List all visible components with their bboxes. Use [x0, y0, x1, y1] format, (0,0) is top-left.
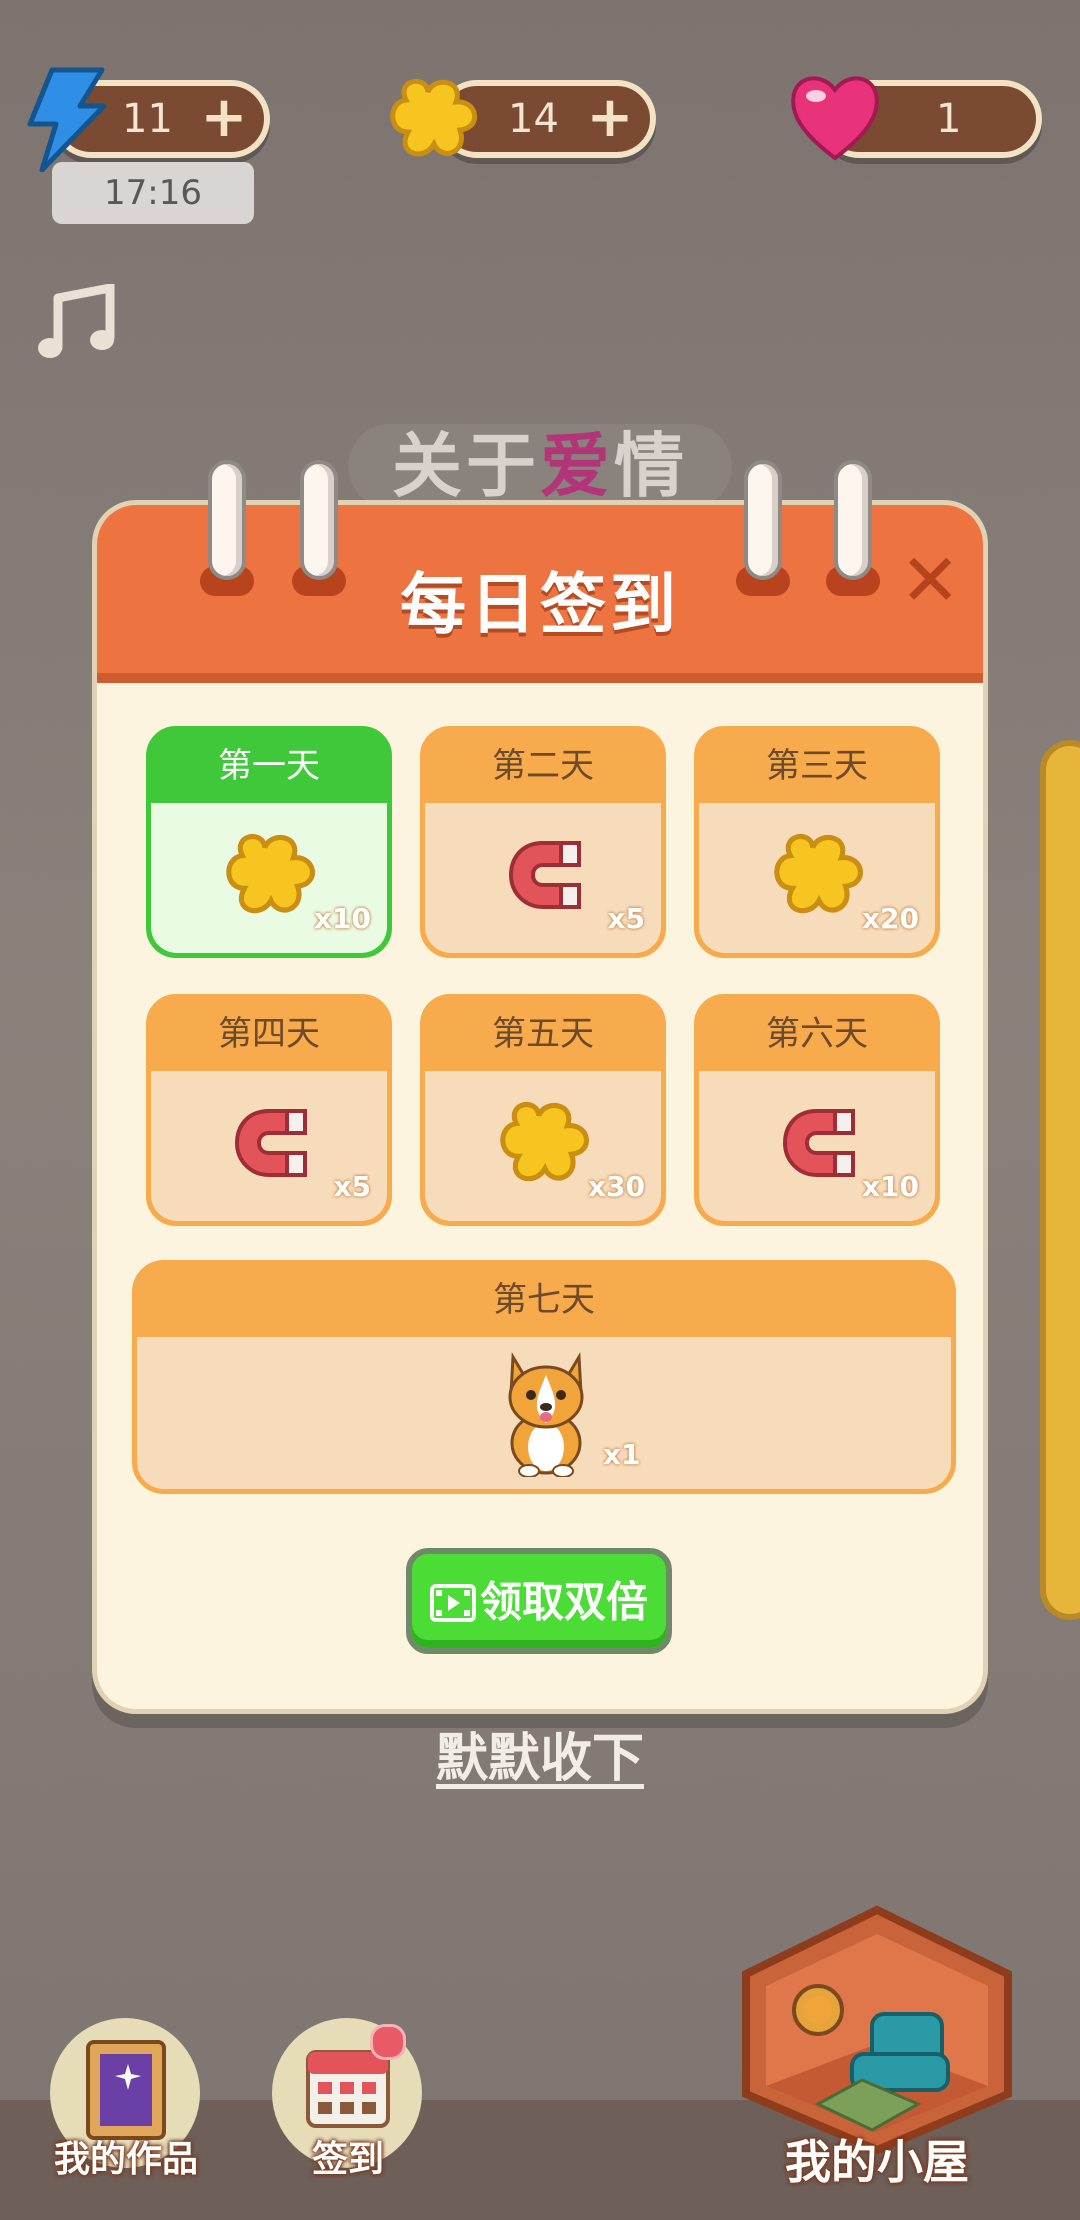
day-card-7[interactable]: 第七天 x1	[132, 1260, 956, 1494]
puzzle-piece-icon	[774, 834, 863, 914]
day-label: 第二天	[492, 746, 594, 786]
reward-quantity: x20	[861, 902, 919, 935]
reward-quantity: x10	[313, 902, 371, 935]
picture-frame-icon	[86, 2040, 166, 2140]
puzzle-piece-icon	[500, 1102, 589, 1182]
binder-ring	[834, 460, 872, 580]
close-icon[interactable]: ✕	[900, 544, 960, 616]
puzzle-value: 14	[508, 96, 559, 142]
reward-quantity: x1	[603, 1438, 641, 1471]
corgi-icon	[508, 1352, 584, 1477]
binder-ring	[300, 460, 338, 580]
house-icon	[742, 1905, 1012, 2154]
accept-quietly-link[interactable]: 默默收下	[420, 1716, 660, 1789]
day-label: 第四天	[218, 1014, 320, 1054]
day-card-1[interactable]: 第一天 x10	[146, 726, 392, 958]
puzzle-piece-icon	[390, 78, 478, 157]
day-label: 第三天	[766, 746, 868, 786]
energy-add-button[interactable]: +	[198, 90, 250, 146]
magnet-icon	[234, 1109, 307, 1177]
background-title: 关于爱情	[348, 424, 732, 508]
day-card-3[interactable]: 第三天 x20	[694, 726, 940, 958]
checkin-button[interactable]: 签到	[268, 2018, 428, 2180]
binder-ring	[744, 460, 782, 580]
day-label: 第七天	[493, 1280, 595, 1320]
side-decoration	[1040, 740, 1080, 1620]
video-icon	[429, 1583, 476, 1622]
lightning-icon	[27, 67, 106, 172]
puzzle-piece-icon	[226, 834, 315, 914]
notification-dot	[370, 2024, 406, 2060]
puzzle-add-button[interactable]: +	[584, 90, 636, 146]
energy-timer: 17:16	[52, 162, 254, 224]
background-title-part1: 关于	[392, 425, 540, 507]
magnet-icon	[782, 1109, 855, 1177]
reward-quantity: x30	[587, 1170, 645, 1203]
reward-quantity: x5	[607, 902, 645, 935]
reward-quantity: x5	[333, 1170, 371, 1203]
my-house-button[interactable]: 我的小屋	[732, 1904, 1022, 2189]
day-card-6[interactable]: 第六天 x10	[694, 994, 940, 1226]
day-card-4[interactable]: 第四天 x5	[146, 994, 392, 1226]
day-card-2[interactable]: 第二天 x5	[420, 726, 666, 958]
reward-quantity: x10	[861, 1170, 919, 1203]
my-house-label: 我的小屋	[785, 2135, 969, 2189]
background-title-highlight: 爱	[540, 425, 614, 507]
binder-ring	[208, 460, 246, 580]
hearts-value: 1	[936, 96, 962, 142]
day-label: 第一天	[218, 746, 320, 786]
double-reward-label: 领取双倍	[479, 1577, 648, 1627]
day-label: 第五天	[492, 1014, 594, 1054]
heart-icon	[791, 76, 879, 161]
day-label: 第六天	[766, 1014, 868, 1054]
day-card-5[interactable]: 第五天 x30	[420, 994, 666, 1226]
my-works-label: 我的作品	[53, 2139, 198, 2180]
magnet-icon	[508, 841, 581, 909]
music-note-icon[interactable]	[36, 284, 118, 362]
energy-value: 11	[122, 96, 173, 142]
double-reward-button[interactable]: 领取双倍	[406, 1548, 672, 1654]
checkin-label: 签到	[311, 2139, 384, 2180]
my-works-button[interactable]: 我的作品	[46, 2018, 206, 2180]
background-title-part2: 情	[614, 425, 688, 507]
